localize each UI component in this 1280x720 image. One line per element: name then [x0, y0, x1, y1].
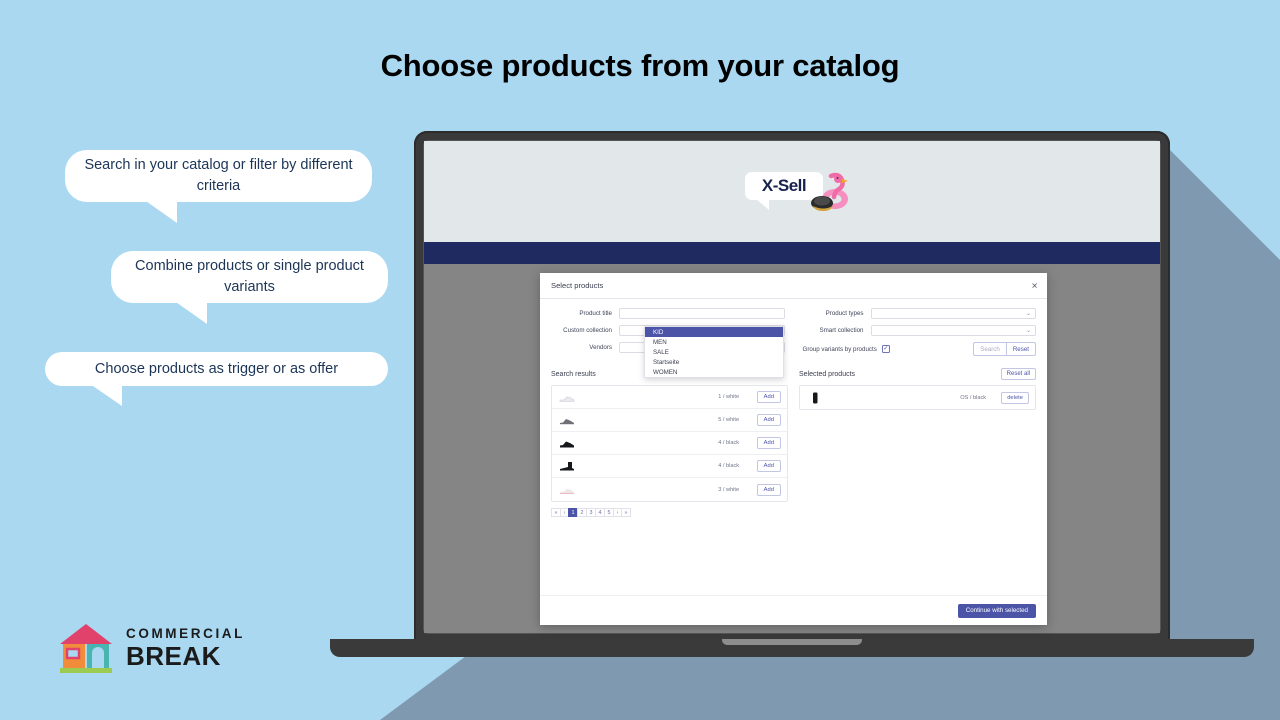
bubble-tail-icon — [755, 198, 769, 210]
selected-products-title: Selected products — [799, 370, 856, 378]
callout-text: Choose products as trigger or as offer — [94, 360, 339, 377]
shop-house-icon — [60, 624, 112, 673]
laptop-base — [330, 639, 1254, 657]
filter-label: Product title — [579, 310, 612, 317]
add-button[interactable]: Add — [756, 414, 781, 426]
selected-products-panel: Selected products Reset all OS / black d… — [799, 367, 1036, 517]
chevron-down-icon: ⌄ — [1025, 310, 1031, 317]
sneaker-white-icon — [558, 391, 575, 404]
reset-all-button[interactable]: Reset all — [1000, 368, 1036, 380]
filter-section: Product title Custom collection ^ Vendor… — [540, 299, 1047, 359]
variant-label: OS / black — [960, 394, 987, 401]
group-variants-label: Group variants by products — [802, 345, 877, 353]
filter-product-types: Product types ⌄ — [803, 308, 1036, 319]
page-last[interactable]: » — [621, 508, 631, 517]
filter-label: Smart collection — [819, 327, 864, 334]
sneaker-grey-icon — [558, 414, 575, 427]
table-row[interactable]: 1 / white Add — [552, 386, 787, 409]
brand-line-1: COMMERCIAL — [126, 626, 245, 642]
dropdown-option-men[interactable]: MEN — [645, 337, 783, 347]
results-panels: Search results 1 / white Add 5 / white A… — [540, 359, 1047, 517]
selected-products-header: Selected products Reset all — [799, 367, 1036, 381]
filter-smart-collection: Smart collection ⌄ — [803, 325, 1036, 336]
table-row[interactable]: 3 / white Add — [552, 478, 787, 501]
reset-button[interactable]: Reset — [1005, 342, 1036, 356]
filter-label: Vendors — [589, 344, 612, 351]
smart-collection-select[interactable]: ⌄ — [870, 325, 1036, 336]
search-results-list: 1 / white Add 5 / white Add 4 / black Ad… — [551, 385, 788, 502]
add-button[interactable]: Add — [756, 460, 781, 472]
group-variants-checkbox[interactable]: ✓ — [881, 345, 890, 353]
group-variants-row: Group variants by products ✓ Search Rese… — [802, 342, 1036, 356]
select-products-modal: Select products ✕ Product title Custom c… — [540, 273, 1047, 625]
brand-line-2: BREAK — [126, 640, 221, 671]
variant-label: 5 / white — [718, 417, 740, 423]
callout-text: Combine products or single product varia… — [135, 258, 364, 295]
variant-label: 3 / white — [718, 486, 740, 493]
filter-actions: Search Reset — [973, 342, 1036, 356]
variant-label: 4 / black — [718, 463, 740, 469]
sneaker-pink-icon — [558, 483, 575, 496]
bubble-tail-icon — [90, 384, 122, 406]
modal-header: Select products ✕ — [540, 273, 1047, 299]
table-row[interactable]: 4 / black Add — [552, 432, 787, 455]
callout-text: Search in your catalog or filter by diff… — [84, 157, 353, 194]
callout-bubble-search: Search in your catalog or filter by diff… — [65, 150, 372, 223]
continue-with-selected-button[interactable]: Continue with selected — [957, 603, 1036, 618]
close-icon[interactable]: ✕ — [1031, 281, 1038, 290]
dropdown-option-women[interactable]: WOMEN — [645, 367, 783, 377]
xsell-logo-text: X-Sell — [761, 176, 807, 195]
bottle-black-icon — [806, 391, 823, 404]
callout-bubble-combine: Combine products or single product varia… — [111, 251, 388, 324]
product-types-select[interactable]: ⌄ — [870, 308, 1036, 319]
modal-title: Select products — [551, 281, 604, 290]
add-button[interactable]: Add — [756, 483, 781, 496]
filter-column-right: Product types ⌄ Smart collection ⌄ Group… — [802, 308, 1036, 359]
selected-products-list: OS / black delete — [799, 385, 1036, 410]
flamingo-float-icon — [811, 172, 848, 211]
variant-label: 4 / black — [718, 440, 740, 446]
product-title-input[interactable] — [619, 308, 785, 319]
filter-label: Product types — [825, 310, 864, 317]
callout-bubble-trigger: Choose products as trigger or as offer — [45, 352, 388, 406]
table-row[interactable]: OS / black delete — [800, 386, 1035, 409]
search-button[interactable]: Search — [973, 342, 1006, 356]
brand-text: COMMERCIAL BREAK — [126, 627, 245, 669]
dropdown-option-startseite[interactable]: Startseite — [645, 357, 783, 367]
filter-product-title: Product title — [551, 308, 785, 319]
table-row[interactable]: 5 / white Add — [552, 409, 787, 432]
delete-button[interactable]: delete — [1001, 391, 1029, 404]
dropdown-option-kid[interactable]: KID — [645, 327, 783, 337]
dropdown-option-sale[interactable]: SALE — [645, 347, 783, 357]
pagination: « ‹ 1 2 3 4 5 › » — [551, 508, 788, 517]
app-navbar — [424, 242, 1160, 264]
sneaker-black-icon — [558, 437, 575, 450]
page-title: Choose products from your catalog — [380, 48, 900, 83]
search-results-title: Search results — [551, 370, 596, 378]
filter-label: Custom collection — [563, 327, 612, 334]
variant-label: 1 / white — [718, 394, 740, 400]
custom-collection-dropdown[interactable]: KID MEN SALE Startseite WOMEN — [644, 326, 784, 378]
table-row[interactable]: 4 / black Add — [552, 455, 787, 478]
xsell-logo: X-Sell — [745, 172, 848, 214]
search-results-panel: Search results 1 / white Add 5 / white A… — [551, 367, 788, 517]
add-button[interactable]: Add — [756, 437, 781, 449]
add-button[interactable]: Add — [756, 391, 781, 403]
brand-logo: COMMERCIAL BREAK — [58, 622, 245, 674]
boot-black-icon — [558, 460, 575, 473]
modal-footer: Continue with selected — [540, 595, 1047, 625]
chevron-down-icon: ⌄ — [1025, 327, 1031, 334]
bubble-tail-icon — [173, 300, 207, 324]
bubble-tail-icon — [143, 199, 177, 223]
laptop-base-notch — [722, 639, 862, 645]
